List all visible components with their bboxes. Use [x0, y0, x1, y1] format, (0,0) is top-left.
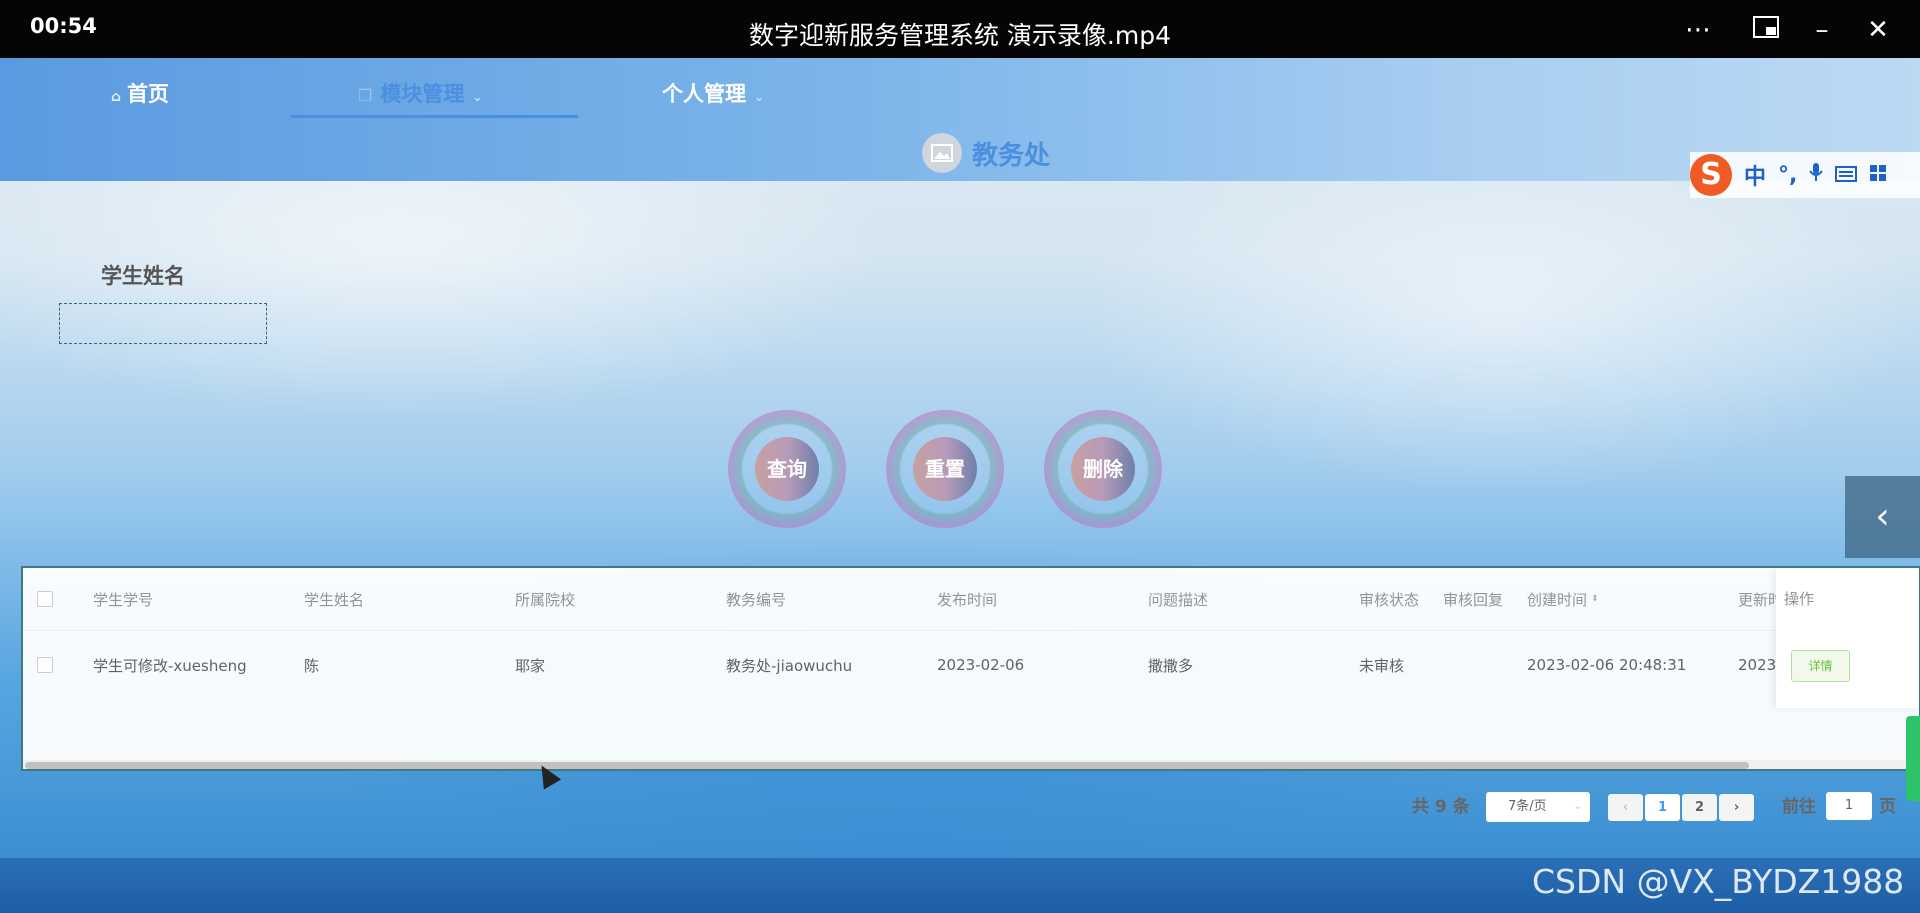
column-header: 审核回复	[1443, 590, 1504, 609]
column-header: 所属院校	[515, 590, 576, 609]
cell-audit-status: 未审核	[1359, 656, 1405, 675]
column-header: 学生学号	[93, 590, 154, 609]
ime-chinese-mode[interactable]: 中	[1744, 159, 1766, 191]
cell-affairs-no: 教务处-jiaowuchu	[726, 656, 853, 675]
pagination: ‹ 1 2 ›	[1608, 794, 1754, 824]
goto-label: 前往	[1782, 797, 1816, 817]
cell-student-no: 学生可修改-xuesheng	[93, 656, 247, 675]
column-header: 操作	[1784, 590, 1815, 608]
cell-description: 撒撒多	[1148, 656, 1194, 675]
column-header: 教务编号	[726, 590, 787, 609]
chevron-down-icon: ⌄	[472, 90, 483, 104]
module-icon: ❐	[358, 86, 373, 105]
image-icon	[922, 133, 962, 173]
cell-school: 耶家	[515, 656, 546, 675]
table-header: 学生学号 学生姓名 所属院校 教务编号 发布时间 问题描述 审核状态 审核回复 …	[23, 568, 1919, 631]
web-page: ⌂ 首页 ❐ 模块管理 ⌄ 个人管理 ⌄ 教务处 S 中 °, 学生姓名 查询 …	[0, 58, 1920, 913]
column-header: 审核状态	[1359, 590, 1420, 609]
active-nav-underline	[290, 115, 578, 118]
detail-button[interactable]: 详情	[1791, 650, 1850, 682]
ime-toolbar: S 中 °,	[1690, 152, 1920, 198]
home-icon: ⌂	[111, 89, 122, 105]
microphone-icon[interactable]	[1809, 162, 1824, 188]
column-header: 问题描述	[1148, 590, 1209, 609]
chevron-down-icon: ⌄	[754, 90, 765, 104]
nav-personal-management[interactable]: 个人管理 ⌄	[662, 76, 764, 116]
chevron-left-icon: ‹	[1875, 496, 1890, 537]
page-size-select[interactable]: 7条/页 ⌄	[1486, 792, 1590, 822]
ime-punctuation[interactable]: °,	[1778, 163, 1797, 188]
reset-button-label: 重置	[913, 437, 977, 501]
select-all-checkbox[interactable]	[37, 568, 53, 630]
page-brand: 教务处	[922, 132, 1050, 174]
chevron-down-icon: ⌄	[1573, 801, 1582, 812]
page-title: 教务处	[972, 140, 1051, 171]
toolbox-icon[interactable]	[1869, 163, 1887, 188]
nav-home-label: 首页	[127, 82, 170, 106]
page-size-value: 7条/页	[1508, 799, 1547, 814]
sogou-logo-icon[interactable]: S	[1690, 154, 1732, 196]
nav-personal-label: 个人管理	[662, 82, 746, 106]
fixed-action-column: 操作 详情	[1776, 568, 1919, 708]
cell-publish-time: 2023-02-06	[937, 656, 1025, 674]
row-checkbox[interactable]	[37, 630, 53, 700]
next-page-button[interactable]: ›	[1719, 794, 1754, 821]
close-icon[interactable]: ✕	[1860, 12, 1896, 48]
nav-home[interactable]: ⌂ 首页	[111, 76, 169, 116]
cell-created-time: 2023-02-06 20:48:31	[1527, 656, 1687, 674]
goto-page-input[interactable]: 1	[1826, 792, 1872, 820]
player-title-bar: 00:54 数字迎新服务管理系统 演示录像.mp4 ⋯ – ✕	[0, 0, 1920, 58]
query-button-label: 查询	[755, 437, 819, 501]
top-navigation: ⌂ 首页 ❐ 模块管理 ⌄ 个人管理 ⌄ 教务处	[0, 58, 1920, 181]
page-number-1[interactable]: 1	[1645, 794, 1680, 821]
mini-window-icon[interactable]	[1748, 12, 1784, 48]
student-name-input[interactable]	[59, 303, 267, 344]
page-scroll-indicator[interactable]	[1906, 716, 1920, 801]
delete-button[interactable]: 删除	[1044, 410, 1162, 528]
column-header: 更新时	[1738, 590, 1776, 609]
nav-module-management[interactable]: ❐ 模块管理 ⌄	[358, 76, 482, 116]
column-header: 创建时间	[1527, 590, 1588, 609]
sortable-column-header[interactable]: 创建时间 ⬍	[1527, 568, 1599, 630]
sort-icon[interactable]: ⬍	[1591, 594, 1599, 604]
side-panel-toggle[interactable]: ‹	[1845, 476, 1920, 558]
delete-button-label: 删除	[1071, 437, 1135, 501]
search-label: 学生姓名	[101, 264, 185, 288]
minimize-icon[interactable]: –	[1804, 12, 1840, 48]
column-header: 发布时间	[937, 590, 998, 609]
reset-button[interactable]: 重置	[886, 410, 1004, 528]
prev-page-button[interactable]: ‹	[1608, 794, 1643, 821]
keyboard-icon[interactable]	[1835, 163, 1858, 188]
data-table: 学生学号 学生姓名 所属院校 教务编号 发布时间 问题描述 审核状态 审核回复 …	[21, 566, 1920, 771]
page-number-2[interactable]: 2	[1682, 794, 1717, 821]
cell-updated-time: 2023-	[1738, 656, 1776, 674]
column-header: 学生姓名	[304, 590, 365, 609]
goto-unit-label: 页	[1879, 797, 1896, 817]
cell-student-name: 陈	[304, 656, 320, 675]
query-button[interactable]: 查询	[728, 410, 846, 528]
horizontal-scrollbar-thumb[interactable]	[25, 762, 1749, 769]
nav-module-label: 模块管理	[380, 82, 465, 106]
video-title: 数字迎新服务管理系统 演示录像.mp4	[748, 21, 1172, 50]
table-row: 学生可修改-xuesheng 陈 耶家 教务处-jiaowuchu 2023-0…	[23, 630, 1919, 700]
watermark: CSDN @VX_BYDZ1988	[1532, 862, 1905, 901]
more-icon[interactable]: ⋯	[1680, 12, 1716, 48]
pagination-total: 共 9 条	[1412, 797, 1470, 817]
